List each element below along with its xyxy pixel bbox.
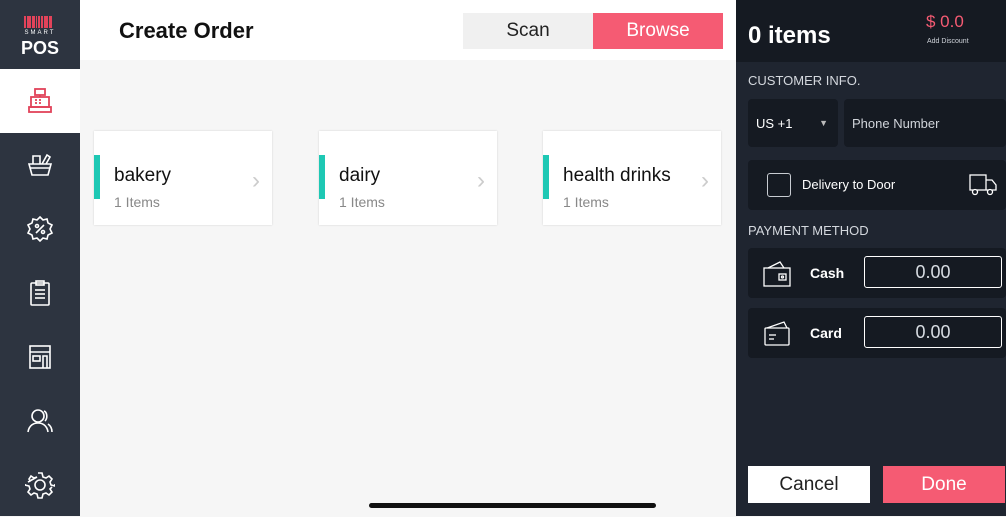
home-indicator[interactable] — [369, 503, 656, 508]
card-amount-input[interactable]: 0.00 — [864, 316, 1002, 348]
user-icon — [27, 409, 53, 433]
category-name: health drinks — [563, 165, 671, 186]
cancel-button[interactable]: Cancel — [748, 466, 870, 503]
main-content: Create Order Scan Browse bakery 1 Items … — [80, 0, 736, 516]
wallet-icon — [763, 261, 791, 287]
sidebar-item-discounts[interactable] — [0, 197, 80, 261]
sidebar: SMART POS — [0, 0, 80, 516]
payment-method-heading: PAYMENT METHOD — [748, 223, 869, 238]
discount-icon — [26, 215, 54, 243]
sidebar-item-store[interactable] — [0, 325, 80, 389]
order-total: $ 0.0 — [926, 12, 964, 31]
done-button[interactable]: Done — [883, 466, 1005, 503]
category-count: 1 Items — [114, 194, 160, 210]
page-title: Create Order — [119, 18, 254, 43]
category-accent — [319, 155, 325, 199]
logo-text: POS — [20, 38, 59, 58]
chevron-right-icon: › — [252, 167, 260, 194]
category-count: 1 Items — [339, 194, 385, 210]
dropdown-arrow-icon: ▼ — [819, 118, 828, 128]
add-discount-link[interactable]: Add Discount — [927, 38, 969, 45]
sidebar-item-products[interactable] — [0, 133, 80, 197]
delivery-option[interactable]: Delivery to Door — [748, 160, 1006, 210]
logo-small-text: SMART — [24, 30, 56, 36]
card-label: Card — [810, 325, 842, 341]
sidebar-item-settings[interactable] — [0, 453, 80, 517]
cash-label: Cash — [810, 265, 845, 281]
tab-browse[interactable]: Browse — [593, 13, 723, 49]
payment-card-row: Card 0.00 — [748, 308, 1006, 358]
customer-info-heading: CUSTOMER INFO. — [748, 73, 861, 88]
header: Create Order Scan Browse — [80, 0, 736, 60]
category-accent — [543, 155, 549, 199]
country-code-value: US +1 — [756, 115, 793, 131]
payment-cash-row: Cash 0.00 — [748, 248, 1006, 298]
clipboard-icon — [30, 280, 50, 306]
tab-scan[interactable]: Scan — [463, 13, 593, 49]
category-card-health-drinks[interactable]: health drinks 1 Items › — [543, 131, 721, 225]
category-accent — [94, 155, 100, 199]
sidebar-item-create-order[interactable] — [0, 69, 80, 133]
category-card-bakery[interactable]: bakery 1 Items › — [94, 131, 272, 225]
category-count: 1 Items — [563, 194, 609, 210]
sidebar-item-customers[interactable] — [0, 389, 80, 453]
delivery-label: Delivery to Door — [802, 177, 896, 192]
category-name: bakery — [114, 165, 172, 186]
country-code-select[interactable]: US +1 ▼ — [748, 99, 838, 147]
basket-icon — [27, 153, 53, 176]
phone-number-input[interactable]: Phone Number — [844, 99, 1006, 147]
category-card-dairy[interactable]: dairy 1 Items › — [319, 131, 497, 225]
credit-card-icon — [764, 321, 790, 346]
items-count: 0 items — [748, 22, 831, 49]
order-header: 0 items $ 0.0 Add Discount — [736, 0, 1006, 62]
smart-pos-logo: SMART POS — [8, 12, 72, 68]
sidebar-item-orders[interactable] — [0, 261, 80, 325]
delivery-checkbox[interactable] — [767, 173, 791, 197]
cash-amount-input[interactable]: 0.00 — [864, 256, 1002, 288]
order-panel: 0 items $ 0.0 Add Discount CUSTOMER INFO… — [736, 0, 1006, 516]
store-icon — [29, 345, 51, 369]
truck-icon — [969, 174, 997, 196]
chevron-right-icon: › — [701, 167, 709, 194]
category-name: dairy — [339, 165, 381, 186]
cash-register-icon — [28, 88, 52, 113]
chevron-right-icon: › — [477, 167, 485, 194]
gear-icon — [25, 472, 55, 499]
